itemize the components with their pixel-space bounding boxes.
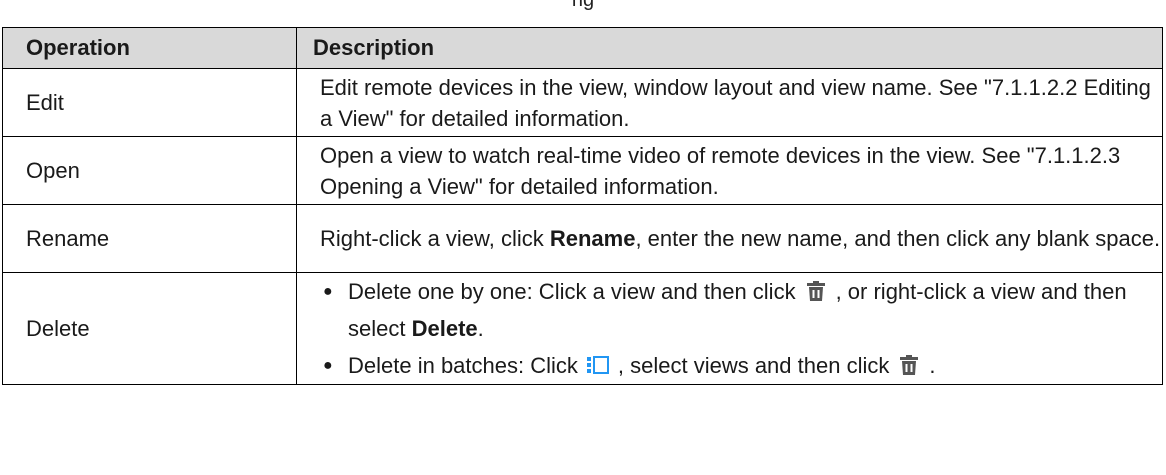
table-row: Rename Right-click a view, click Rename,… <box>2 204 1163 273</box>
trash-icon <box>898 350 920 375</box>
bullet-text: . <box>477 316 484 341</box>
operation-cell: Open <box>2 136 297 205</box>
description-text: , enter the new name, and then click any… <box>635 226 1161 251</box>
delete-keyword: Delete <box>411 316 478 341</box>
operations-table: Operation Description Edit Edit remote d… <box>2 27 1163 385</box>
description-cell: Right-click a view, click Rename, enter … <box>296 204 1163 273</box>
operation-cell: Rename <box>2 204 297 273</box>
bullet-text: . <box>929 353 936 378</box>
list-item: ● Delete one by one: Click a view and the… <box>320 273 1162 347</box>
description-text: Right-click a view, click <box>320 226 550 251</box>
table-row: Edit Edit remote devices in the view, wi… <box>2 68 1163 137</box>
bullet-icon: ● <box>323 357 333 374</box>
bullet-text: Delete one by one: Click a view and then… <box>348 279 796 304</box>
operation-cell: Delete <box>2 272 297 385</box>
delete-bullet-list: ● Delete one by one: Click a view and the… <box>320 273 1162 384</box>
table-row: Open Open a view to watch real-time vide… <box>2 136 1163 205</box>
rename-keyword: Rename <box>549 226 636 251</box>
header-operation: Operation <box>2 27 297 69</box>
bullet-text: , select views and then click <box>617 353 890 378</box>
description-cell: Edit remote devices in the view, window … <box>296 68 1163 137</box>
bullet-icon: ● <box>323 283 333 300</box>
list-item: ● Delete in batches: Click , select views … <box>320 347 1162 384</box>
header-description: Description <box>296 27 1163 69</box>
table-header-row: Operation Description <box>2 27 1163 69</box>
trash-icon <box>805 276 827 301</box>
description-cell: Open a view to watch real-time video of … <box>296 136 1163 205</box>
batch-select-icon <box>586 350 609 374</box>
bullet-text: Delete in batches: Click <box>348 353 578 378</box>
description-cell: ● Delete one by one: Click a view and the… <box>296 272 1163 385</box>
table-row: Delete ● Delete one by one: Click a view … <box>2 272 1163 385</box>
table-caption: ng <box>571 0 595 11</box>
operation-cell: Edit <box>2 68 297 137</box>
